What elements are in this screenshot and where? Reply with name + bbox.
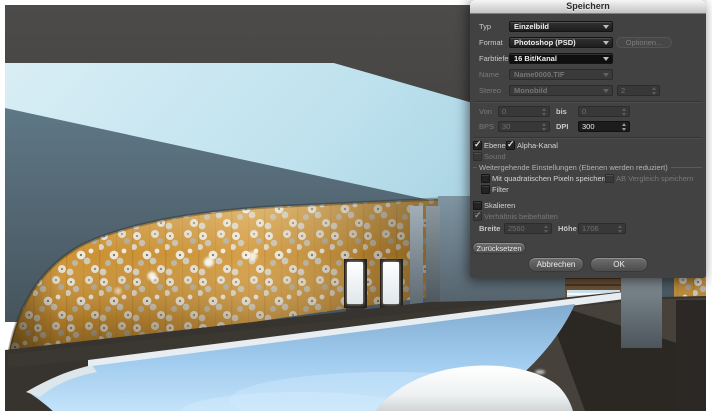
pillar-large	[621, 266, 662, 348]
ab-vergleich-label: AB Vergleich speichern	[616, 174, 694, 183]
group-header-label: Weitergehende Einstellungen (Ebenen werd…	[479, 163, 668, 172]
chevron-down-icon	[603, 57, 609, 61]
verhaeltnis-checkbox	[473, 210, 482, 221]
ebenen-checkbox[interactable]	[473, 139, 482, 150]
quadratische-pixel-checkbox[interactable]	[481, 174, 490, 183]
right-dark-wall	[676, 300, 706, 411]
von-label: Von	[479, 107, 492, 116]
dpi-spinner[interactable]: 300	[578, 121, 630, 132]
stepper-icon	[543, 225, 549, 233]
sound-checkbox	[473, 152, 482, 161]
stepper-icon	[541, 108, 547, 116]
stepper-icon	[621, 123, 627, 131]
bps-spinner: 30	[498, 121, 550, 132]
bis-spinner: 0	[578, 106, 630, 117]
typ-select[interactable]: Einzelbild	[509, 21, 613, 32]
stereo-select: Monobild	[509, 85, 613, 96]
alpha-kanal-label: Alpha-Kanal	[517, 141, 558, 150]
ok-button[interactable]: OK	[590, 257, 648, 272]
pillar-slim-1	[410, 206, 423, 304]
dpi-label: DPI	[556, 122, 569, 131]
dialog-title: Speichern	[566, 1, 610, 11]
bps-label: BPS	[479, 122, 495, 131]
verhaeltnis-label: Verhältnis beibehalten	[484, 212, 558, 221]
alpha-kanal-checkbox[interactable]	[506, 139, 515, 150]
breite-label: Breite	[479, 224, 501, 233]
dialog-titlebar[interactable]: Speichern	[470, 0, 706, 14]
sound-label: Sound	[484, 152, 506, 161]
farbtiefe-select[interactable]: 16 Bit/Kanal	[509, 53, 613, 64]
stepper-icon	[617, 225, 623, 233]
chevron-down-icon	[603, 25, 609, 29]
stepper-icon	[621, 108, 627, 116]
options-button: Optionen...	[616, 37, 672, 48]
stereo-label: Stereo	[479, 86, 502, 95]
pillar-slim-2	[426, 206, 440, 306]
hoehe-label: Höhe	[558, 224, 577, 233]
format-select[interactable]: Photoshop (PSD)	[509, 37, 613, 48]
filter-label: Filter	[492, 185, 509, 194]
save-dialog: Speichern Typ Einzelbild Format Photosho…	[470, 0, 706, 278]
name-label: Name	[479, 70, 500, 79]
typ-label: Typ	[479, 22, 492, 31]
chevron-down-icon	[603, 41, 609, 45]
stepper-icon	[541, 123, 547, 131]
separator	[474, 137, 702, 138]
filter-checkbox[interactable]	[481, 185, 490, 194]
bis-label: bis	[556, 107, 567, 116]
stepper-icon	[651, 87, 657, 95]
stereo-count-spinner: 2	[617, 85, 660, 96]
farbtiefe-label: Farbtiefe	[479, 54, 509, 63]
quadratische-pixel-label: Mit quadratischen Pixeln speichern	[492, 174, 609, 183]
cancel-button[interactable]: Abbrechen	[528, 257, 584, 272]
separator	[474, 101, 702, 102]
breite-spinner: 2560	[504, 223, 552, 234]
von-spinner: 0	[498, 106, 550, 117]
name-select: Name0000.TIF	[509, 69, 613, 80]
hoehe-spinner: 1706	[578, 223, 626, 234]
group-header: Weitergehende Einstellungen (Ebenen werd…	[473, 163, 702, 172]
chevron-down-icon	[603, 73, 609, 77]
format-label: Format	[479, 38, 503, 47]
skalieren-checkbox[interactable]	[473, 201, 482, 210]
ab-vergleich-checkbox	[605, 174, 614, 183]
skalieren-label: Skalieren	[484, 201, 516, 210]
chevron-down-icon	[603, 89, 609, 93]
reset-button[interactable]: Zurücksetzen	[472, 242, 526, 254]
